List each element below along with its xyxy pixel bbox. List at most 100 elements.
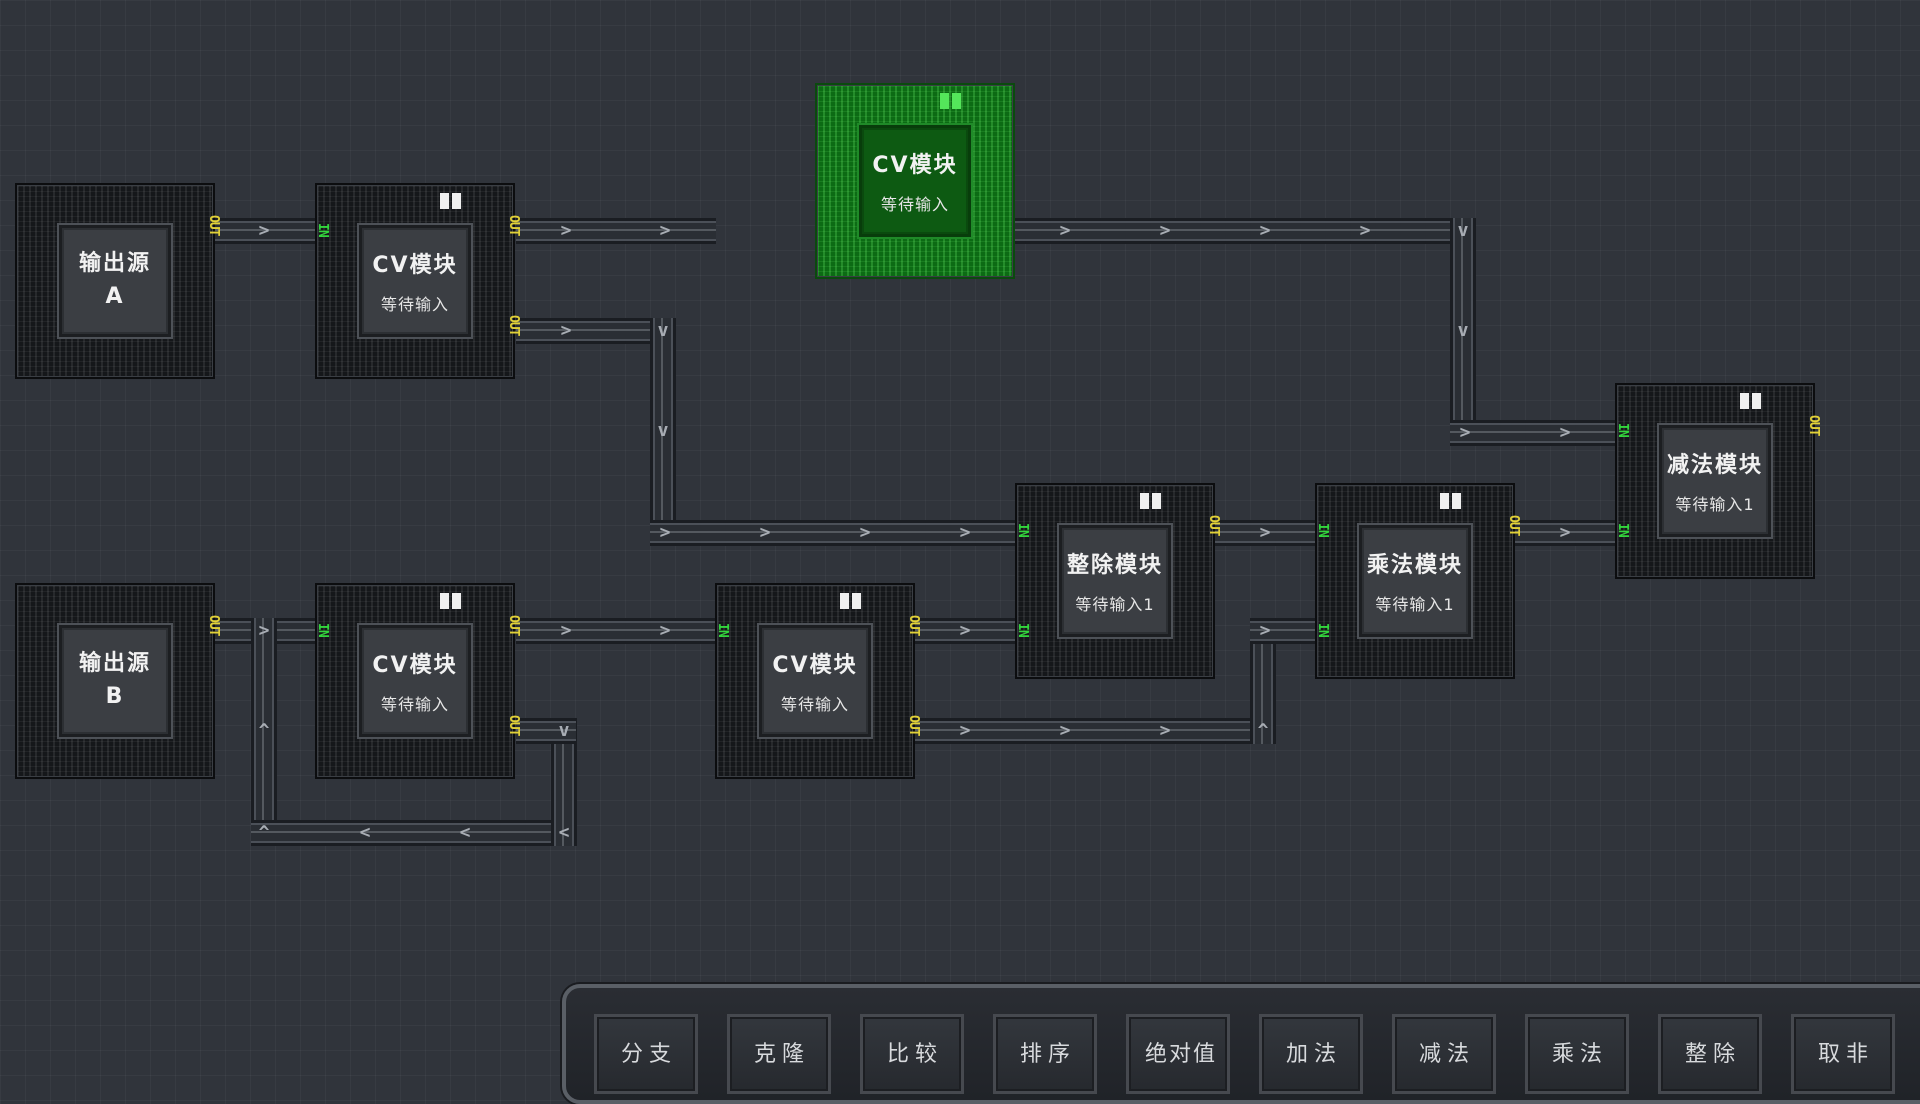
out-port[interactable]: OUT: [1806, 415, 1821, 435]
cv-module[interactable]: CV模块 等待输入 IN OUT OUT: [315, 183, 521, 379]
module-letter: B: [105, 684, 125, 709]
belt-arrow-right: >: [1559, 522, 1571, 543]
out-port[interactable]: OUT: [206, 615, 221, 635]
module-status: 等待输入1: [1075, 595, 1155, 614]
module-title: 输出源: [78, 651, 151, 676]
belt-arrow-right: >: [1059, 720, 1071, 741]
in-port-2[interactable]: IN: [1315, 623, 1330, 637]
status-leds: [440, 593, 461, 609]
in-port-1[interactable]: IN: [1615, 423, 1630, 437]
cv-module[interactable]: CV模块 等待输入 IN OUT OUT: [715, 583, 921, 779]
in-port-2[interactable]: IN: [1615, 523, 1630, 537]
module-core: CV模块 等待输入: [759, 625, 871, 737]
divide-button[interactable]: 整除: [1658, 1014, 1762, 1094]
belt: [1450, 420, 1620, 446]
belt-arrow-right: >: [659, 522, 671, 543]
source-a-module[interactable]: 输出源 A OUT: [15, 183, 221, 379]
module-core: 整除模块 等待输入1: [1059, 525, 1171, 637]
in-port-1[interactable]: IN: [1015, 523, 1030, 537]
add-button[interactable]: 加法: [1259, 1014, 1363, 1094]
module-status: 等待输入1: [1675, 495, 1755, 514]
module-title: 减法模块: [1666, 453, 1763, 478]
out-port[interactable]: OUT: [506, 615, 521, 635]
sort-button[interactable]: 排序: [993, 1014, 1097, 1094]
module-status: 等待输入: [380, 295, 449, 314]
in-port[interactable]: IN: [315, 623, 330, 637]
belt-arrow-up: ^: [258, 720, 270, 741]
module-core: 乘法模块 等待输入1: [1359, 525, 1471, 637]
cv-module-selected[interactable]: CV模块 等待输入: [815, 83, 1015, 279]
belt-arrow-right: >: [659, 220, 671, 241]
out-port-2[interactable]: OUT: [506, 715, 521, 735]
cv-module[interactable]: CV模块 等待输入 IN OUT OUT: [315, 583, 521, 779]
module-core: CV模块 等待输入: [859, 125, 971, 237]
belt-arrow-right: >: [1159, 720, 1171, 741]
belt-arrow-right: >: [959, 522, 971, 543]
module-core: 输出源 A: [59, 225, 171, 337]
belt-arrow-left: <: [459, 822, 471, 843]
module-core: 减法模块 等待输入1: [1659, 425, 1771, 537]
belt-arrow-right: >: [959, 620, 971, 641]
out-port[interactable]: OUT: [1206, 515, 1221, 535]
module-title: CV模块: [372, 653, 458, 678]
belt-arrow-right: >: [1159, 220, 1171, 241]
module-title: CV模块: [872, 153, 958, 178]
subtract-button[interactable]: 减法: [1392, 1014, 1496, 1094]
belt-arrow-right: >: [759, 522, 771, 543]
module-status: 等待输入: [380, 695, 449, 714]
belt-arrow-right: >: [258, 220, 270, 241]
status-leds: [940, 93, 961, 109]
belt-arrow-right: >: [1459, 422, 1471, 443]
belt-arrow-up: ^: [258, 822, 270, 843]
belt-arrow-right: >: [1059, 220, 1071, 241]
belt-arrow-down: v: [558, 720, 570, 741]
belt-arrow-down: v: [1457, 320, 1469, 341]
negate-button[interactable]: 取非: [1791, 1014, 1895, 1094]
source-b-module[interactable]: 输出源 B OUT: [15, 583, 221, 779]
out-port[interactable]: OUT: [1506, 515, 1521, 535]
compare-button[interactable]: 比较: [860, 1014, 964, 1094]
clone-button[interactable]: 克隆: [727, 1014, 831, 1094]
belt: [1015, 218, 1475, 244]
out-port-2[interactable]: OUT: [906, 715, 921, 735]
belt-arrow-down: v: [657, 420, 669, 441]
belt-arrow-right: >: [1559, 422, 1571, 443]
absolute-value-button[interactable]: 绝对值: [1126, 1014, 1230, 1094]
in-port-1[interactable]: IN: [1315, 523, 1330, 537]
belt-arrow-up: ^: [1257, 720, 1269, 741]
module-title: 乘法模块: [1366, 553, 1463, 578]
out-port[interactable]: OUT: [506, 215, 521, 235]
belt-arrow-right: >: [1259, 620, 1271, 641]
belt-arrow-right: >: [560, 620, 572, 641]
module-title: CV模块: [372, 253, 458, 278]
branch-button[interactable]: 分支: [594, 1014, 698, 1094]
belt-arrow-right: >: [959, 720, 971, 741]
belt-arrow-right: >: [1259, 220, 1271, 241]
status-leds: [840, 593, 861, 609]
module-core: CV模块 等待输入: [359, 625, 471, 737]
belt-arrow-right: >: [859, 522, 871, 543]
in-port[interactable]: IN: [715, 623, 730, 637]
multiply-module[interactable]: 乘法模块 等待输入1 IN IN OUT: [1315, 483, 1521, 679]
in-port[interactable]: IN: [315, 223, 330, 237]
divide-module[interactable]: 整除模块 等待输入1 IN IN OUT: [1015, 483, 1221, 679]
status-leds: [1740, 393, 1761, 409]
in-port-2[interactable]: IN: [1015, 623, 1030, 637]
module-status: 等待输入: [880, 195, 949, 214]
belt-arrow-left: <: [558, 822, 570, 843]
belt-arrow-right: >: [659, 620, 671, 641]
belt-arrow-down: v: [1457, 220, 1469, 241]
status-leds: [1440, 493, 1461, 509]
belt-arrow-right: >: [1359, 220, 1371, 241]
belt-arrow-left: <: [359, 822, 371, 843]
multiply-button[interactable]: 乘法: [1525, 1014, 1629, 1094]
module-letter: A: [105, 284, 125, 309]
module-title: CV模块: [772, 653, 858, 678]
belt: [251, 820, 577, 846]
out-port[interactable]: OUT: [206, 215, 221, 235]
belt-arrow-right: >: [258, 620, 270, 641]
out-port[interactable]: OUT: [906, 615, 921, 635]
subtract-module[interactable]: 减法模块 等待输入1 IN IN OUT: [1615, 383, 1821, 579]
out-port-2[interactable]: OUT: [506, 315, 521, 335]
belt-arrow-right: >: [1259, 522, 1271, 543]
